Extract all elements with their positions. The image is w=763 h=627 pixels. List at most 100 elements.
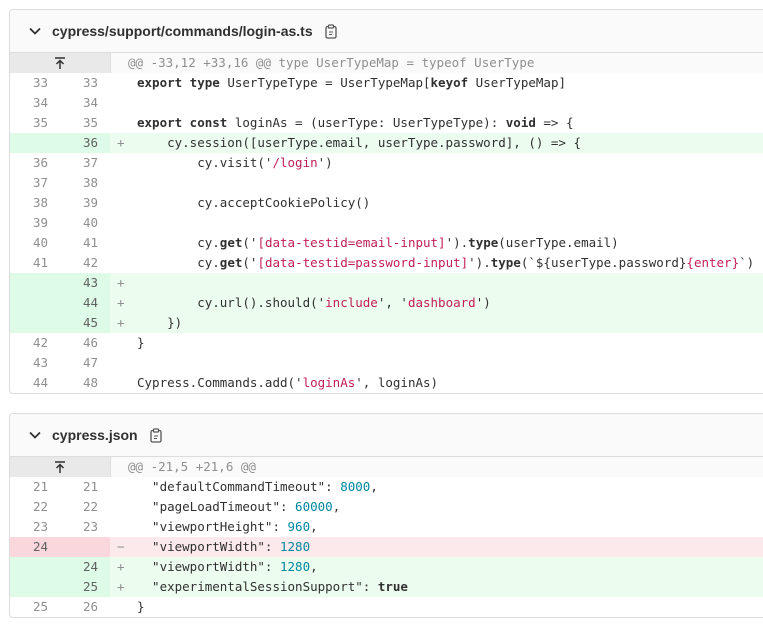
new-line-number[interactable]: 26 bbox=[60, 597, 110, 617]
hunk-header-row: @@ -21,5 +21,6 @@ bbox=[10, 457, 763, 477]
new-line-number[interactable]: 40 bbox=[60, 213, 110, 233]
context-line: 36 37 cy.visit('/login') bbox=[10, 153, 763, 173]
file-header: cypress/support/commands/login-as.ts bbox=[10, 10, 763, 53]
old-line-number[interactable] bbox=[10, 557, 60, 577]
context-line: 37 38 bbox=[10, 173, 763, 193]
old-line-number[interactable]: 44 bbox=[10, 373, 60, 393]
code-token: Cypress.Commands.add(' bbox=[137, 375, 303, 390]
old-line-number[interactable]: 34 bbox=[10, 93, 60, 113]
new-line-number[interactable]: 38 bbox=[60, 173, 110, 193]
plus-sign: + bbox=[117, 135, 125, 150]
code-token: cy. bbox=[137, 255, 220, 270]
old-line-number[interactable]: 39 bbox=[10, 213, 60, 233]
chevron-down-icon[interactable] bbox=[28, 24, 42, 38]
old-line-number[interactable]: 24 bbox=[10, 537, 60, 557]
old-line-number[interactable]: 23 bbox=[10, 517, 60, 537]
file-name[interactable]: cypress/support/commands/login-as.ts bbox=[52, 23, 313, 39]
new-line-number[interactable]: 41 bbox=[60, 233, 110, 253]
file-header: cypress.json bbox=[10, 414, 763, 457]
plus-sign: + bbox=[117, 559, 125, 574]
old-line-number[interactable]: 36 bbox=[10, 153, 60, 173]
old-line-number[interactable]: 21 bbox=[10, 477, 60, 497]
code-token: 960 bbox=[287, 519, 311, 534]
context-line: 25 26} bbox=[10, 597, 763, 617]
new-line-number[interactable]: 21 bbox=[60, 477, 110, 497]
old-line-number[interactable] bbox=[10, 577, 60, 597]
code-line: "viewportWidth": 1280, bbox=[137, 557, 318, 577]
expand-up-icon[interactable] bbox=[10, 53, 111, 73]
new-line-number[interactable] bbox=[60, 537, 110, 557]
old-line-number[interactable]: 38 bbox=[10, 193, 60, 213]
new-line-number[interactable]: 44 bbox=[60, 293, 110, 313]
code-token: (userType.email) bbox=[498, 235, 619, 250]
old-line-number[interactable]: 35 bbox=[10, 113, 60, 133]
old-line-number[interactable]: 22 bbox=[10, 497, 60, 517]
code-token: "viewportWidth": bbox=[137, 539, 280, 554]
new-line-number[interactable]: 35 bbox=[60, 113, 110, 133]
diff-lines: 21 21 "defaultCommandTimeout": 8000, 22 22 … bbox=[10, 477, 763, 617]
context-line: 34 34 bbox=[10, 93, 763, 113]
added-line: 36 + cy.session([userType.email, userType… bbox=[10, 133, 763, 153]
added-line: 24 + "viewportWidth": 1280, bbox=[10, 557, 763, 577]
code-token: (' bbox=[242, 255, 258, 270]
code-line: } bbox=[137, 597, 145, 617]
new-line-number[interactable]: 48 bbox=[60, 373, 110, 393]
context-line: 35 35 export const loginAs = (userType: Us… bbox=[10, 113, 763, 133]
new-line-number[interactable]: 46 bbox=[60, 333, 110, 353]
old-line-number[interactable] bbox=[10, 133, 60, 153]
code-line: "viewportHeight": 960, bbox=[137, 517, 318, 537]
old-line-number[interactable]: 43 bbox=[10, 353, 60, 373]
old-line-number[interactable]: 41 bbox=[10, 253, 60, 273]
old-line-number[interactable] bbox=[10, 293, 60, 313]
new-line-number[interactable]: 34 bbox=[60, 93, 110, 113]
code-token: , bbox=[370, 479, 378, 494]
code-token: keyof bbox=[430, 75, 469, 90]
new-line-number[interactable]: 39 bbox=[60, 193, 110, 213]
new-line-number[interactable]: 37 bbox=[60, 153, 110, 173]
old-line-number[interactable] bbox=[10, 273, 60, 293]
new-line-number[interactable]: 45 bbox=[60, 313, 110, 333]
code-line: cy.get('[data-testid=email-input]').type… bbox=[137, 233, 619, 253]
old-line-number[interactable]: 42 bbox=[10, 333, 60, 353]
code-line: export type UserTypeType = UserTypeMap[k… bbox=[137, 73, 566, 93]
code-token: "experimentalSessionSupport": bbox=[137, 579, 378, 594]
hunk-header: @@ -21,5 +21,6 @@ bbox=[128, 459, 256, 474]
old-line-number[interactable] bbox=[10, 313, 60, 333]
code-token: type bbox=[468, 235, 499, 250]
context-line: 41 42 cy.get('[data-testid=password-input… bbox=[10, 253, 763, 273]
new-line-number[interactable]: 36 bbox=[60, 133, 110, 153]
plus-sign: + bbox=[117, 579, 125, 594]
code-token: true bbox=[377, 579, 408, 594]
new-line-number[interactable]: 23 bbox=[60, 517, 110, 537]
old-line-number[interactable]: 33 bbox=[10, 73, 60, 93]
chevron-down-icon[interactable] bbox=[28, 428, 42, 442]
code-token: , bbox=[310, 559, 318, 574]
old-line-number[interactable]: 37 bbox=[10, 173, 60, 193]
code-token: 1280 bbox=[280, 539, 311, 554]
diff-file-login-as: cypress/support/commands/login-as.ts @@ … bbox=[9, 9, 763, 394]
code-token: 60000 bbox=[295, 499, 333, 514]
new-line-number[interactable]: 22 bbox=[60, 497, 110, 517]
expand-up-icon[interactable] bbox=[10, 457, 111, 477]
new-line-number[interactable]: 33 bbox=[60, 73, 110, 93]
code-line: }) bbox=[137, 313, 182, 333]
new-line-number[interactable]: 24 bbox=[60, 557, 110, 577]
file-name[interactable]: cypress.json bbox=[52, 427, 138, 443]
code-token: loginAs bbox=[302, 375, 356, 390]
old-line-number[interactable]: 40 bbox=[10, 233, 60, 253]
code-token: 8000 bbox=[340, 479, 371, 494]
new-line-number[interactable]: 42 bbox=[60, 253, 110, 273]
removed-line: 24 − "viewportWidth": 1280 bbox=[10, 537, 763, 557]
context-line: 43 47 bbox=[10, 353, 763, 373]
hunk-header-row: @@ -33,12 +33,16 @@ type UserTypeMap = t… bbox=[10, 53, 763, 73]
diff-lines: 33 33 export type UserTypeType = UserTypeM… bbox=[10, 73, 763, 393]
code-token: } bbox=[137, 335, 145, 350]
context-line: 42 46} bbox=[10, 333, 763, 353]
new-line-number[interactable]: 47 bbox=[60, 353, 110, 373]
copy-file-path-icon[interactable] bbox=[324, 23, 339, 39]
new-line-number[interactable]: 25 bbox=[60, 577, 110, 597]
new-line-number[interactable]: 43 bbox=[60, 273, 110, 293]
code-token: dashboard bbox=[407, 295, 476, 310]
old-line-number[interactable]: 25 bbox=[10, 597, 60, 617]
copy-file-path-icon[interactable] bbox=[149, 427, 164, 443]
